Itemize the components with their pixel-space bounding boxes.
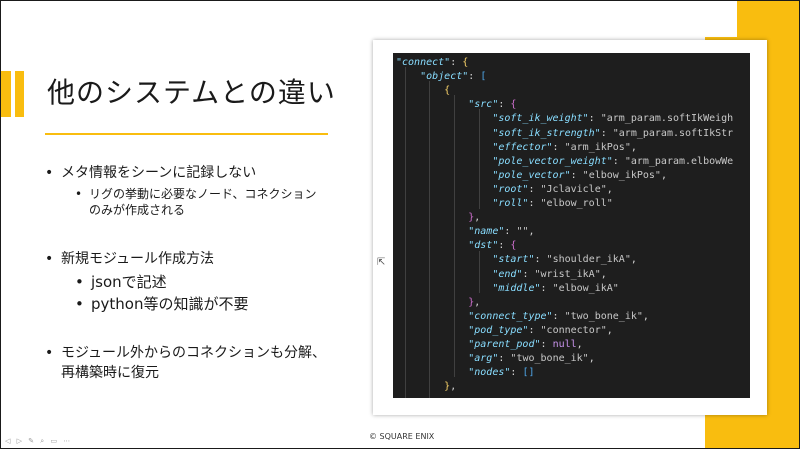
code-line: "start": "shoulder_ikA", [492, 254, 637, 266]
accent-notch [705, 1, 737, 37]
code-line: "connect": { [396, 57, 469, 68]
slide: 他のシステムとの違い • メタ情報をシーンに記録しない • リグの挙動に必要なノ… [0, 0, 800, 449]
bullet-line: モジュール外からのコネクションも分解、 [61, 345, 327, 361]
bullet-dot-icon: • [75, 187, 83, 201]
code-line: "name": "", [468, 226, 535, 238]
sub-bullet-text: リグの挙動に必要なノード、コネクション のみが作成される [89, 186, 317, 218]
bullet-dot-icon: • [45, 251, 54, 267]
sub-bullet-text: jsonで記述 [91, 273, 167, 291]
slide-title: 他のシステムとの違い [47, 76, 336, 109]
code-line: "pole_vector_weight": "arm_param.elbowWe [492, 155, 734, 167]
bullet-line: 再構築時に復元 [61, 365, 159, 381]
code-block: "connect": { "object": [ { "src": { "sof… [393, 53, 750, 398]
code-line: "nodes": [] [468, 367, 535, 379]
copyright-footer: © SQUARE ENIX [369, 432, 435, 441]
code-line: { [444, 85, 451, 97]
code-line: "end": "wrist_ikA", [492, 268, 607, 280]
bullet-dot-icon: • [75, 273, 84, 291]
code-line: }, [468, 296, 481, 308]
sub-bullet-line: のみが作成される [89, 203, 186, 217]
code-line: "connect_type": "two_bone_ik", [468, 310, 649, 322]
bullet-text: 新規モジュール作成方法 [61, 251, 215, 267]
bullet-dot-icon: • [45, 165, 54, 181]
mouse-cursor-icon: ⇱ [377, 257, 386, 268]
code-line: "src": { [468, 99, 517, 111]
code-line: "effector": "arm_ikPos", [492, 141, 637, 153]
code-line: "root": "Jclavicle", [492, 183, 613, 195]
code-line: }, [444, 381, 457, 393]
code-line: "middle": "elbow_ikA" [492, 282, 619, 294]
code-line: "roll": "elbow_roll" [492, 198, 613, 209]
code-line: "arg": "two_bone_ik", [468, 353, 595, 365]
bullet-text: モジュール外からのコネクションも分解、 再構築時に復元 [61, 343, 326, 383]
code-line: }, [468, 212, 481, 224]
bullet-text: メタ情報をシーンに記録しない [61, 165, 257, 181]
accent-bar-left [1, 71, 11, 117]
sub-bullet-line: リグの挙動に必要なノード、コネクション [89, 187, 317, 201]
code-line: "soft_ik_weight": "arm_param.softIkWeigh [492, 113, 734, 125]
code-line: "pod_type": "connector", [468, 324, 613, 336]
bullet-dot-icon: • [75, 295, 84, 313]
code-line: "soft_ik_strength": "arm_param.softIkStr [492, 127, 734, 139]
title-underline [45, 133, 328, 135]
accent-bar-left-2 [15, 71, 24, 117]
presentation-toolbar[interactable]: ◁ ▷ ✎ ⌕ ▭ ⋯ [5, 437, 72, 446]
bullet-dot-icon: • [45, 345, 54, 361]
code-line: "pole_vector": "elbow_ikPos", [492, 169, 667, 181]
sub-bullet-text: python等の知識が不要 [91, 295, 249, 313]
code-line: "dst": { [468, 240, 517, 252]
code-line: "parent_pod": null, [468, 339, 583, 350]
code-line: "object": [ [420, 71, 487, 83]
